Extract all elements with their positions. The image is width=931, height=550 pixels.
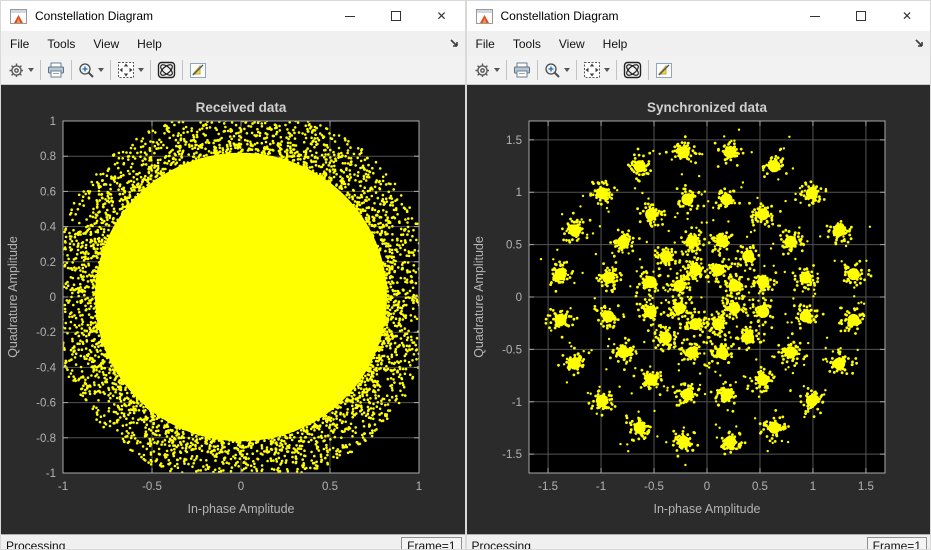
menu-file[interactable]: File [467,33,504,55]
toolbar [1,56,465,85]
settings-gear-button[interactable] [5,58,37,82]
frame-counter: Frame=1 [867,537,927,550]
constellation-properties-button[interactable] [154,58,179,82]
print-button[interactable] [44,58,68,82]
menubar: File Tools View Help [1,31,465,56]
fit-dropdown-icon[interactable] [604,68,610,72]
close-button[interactable]: ✕ [419,1,465,31]
maximize-button[interactable] [373,1,419,31]
menu-view[interactable]: View [550,33,594,55]
zoom-dropdown-icon[interactable] [98,68,104,72]
figure-area-synchronized: -1.5-1-0.500.511.5-1.5-1-0.500.511.5Sync… [467,85,931,534]
minimize-icon [810,16,820,17]
settings-dropdown-icon[interactable] [28,68,34,72]
constellation-properties-button[interactable] [620,58,645,82]
settings-gear-icon [474,62,491,79]
maximize-button[interactable] [838,1,884,31]
constellation-properties-icon [623,61,642,79]
menu-tools[interactable]: Tools [504,33,550,55]
zoom-in-button[interactable] [541,58,573,82]
maximize-icon [391,11,401,21]
fit-to-view-icon [117,61,135,79]
close-icon: ✕ [436,9,446,23]
menu-help[interactable]: Help [128,33,171,55]
minimize-button[interactable] [792,1,838,31]
received-data-plot[interactable]: -1-0.500.51-1-0.8-0.6-0.4-0.200.20.40.60… [1,85,465,529]
fit-to-view-button[interactable] [114,58,147,82]
print-icon [47,62,65,78]
zoom-in-icon [78,62,95,79]
zoom-dropdown-icon[interactable] [564,68,570,72]
signal-source-icon [189,62,207,79]
synchronized-data-plot[interactable]: -1.5-1-0.500.511.5-1.5-1-0.500.511.5Sync… [467,85,931,529]
fit-to-view-button[interactable] [580,58,613,82]
settings-dropdown-icon[interactable] [494,68,500,72]
window-title: Constellation Diagram [35,9,327,23]
close-button[interactable]: ✕ [884,1,930,31]
statusbar: Processing Frame=1 [1,534,465,550]
status-text: Processing [467,539,531,550]
signal-source-button[interactable] [652,58,676,82]
figure-area-received: -1-0.500.51-1-0.8-0.6-0.4-0.200.20.40.60… [1,85,465,534]
menu-tools[interactable]: Tools [38,33,84,55]
dock-arrow-icon[interactable] [450,37,459,51]
zoom-in-button[interactable] [75,58,107,82]
print-button[interactable] [510,58,534,82]
dock-arrow-icon[interactable] [915,37,924,51]
settings-gear-button[interactable] [471,58,503,82]
desktop: Constellation Diagram ✕ File Tools View … [0,0,931,550]
frame-counter: Frame=1 [401,537,461,550]
maximize-icon [856,11,866,21]
print-icon [513,62,531,78]
fit-to-view-icon [583,61,601,79]
minimize-button[interactable] [327,1,373,31]
titlebar[interactable]: Constellation Diagram ✕ [467,1,931,31]
matlab-figure-icon [476,9,493,24]
menu-help[interactable]: Help [594,33,637,55]
fit-dropdown-icon[interactable] [138,68,144,72]
zoom-in-icon [544,62,561,79]
matlab-figure-icon [10,9,27,24]
statusbar: Processing Frame=1 [467,534,931,550]
constellation-properties-icon [157,61,176,79]
window-title: Constellation Diagram [501,9,793,23]
toolbar [467,56,931,85]
minimize-icon [345,16,355,17]
constellation-window-synchronized: Constellation Diagram ✕ File Tools View … [466,0,931,550]
close-icon: ✕ [902,9,912,23]
status-text: Processing [1,539,65,550]
signal-source-icon [655,62,673,79]
signal-source-button[interactable] [186,58,210,82]
menu-view[interactable]: View [84,33,128,55]
titlebar[interactable]: Constellation Diagram ✕ [1,1,465,31]
menu-file[interactable]: File [1,33,38,55]
constellation-window-received: Constellation Diagram ✕ File Tools View … [0,0,466,550]
settings-gear-icon [8,62,25,79]
menubar: File Tools View Help [467,31,931,56]
